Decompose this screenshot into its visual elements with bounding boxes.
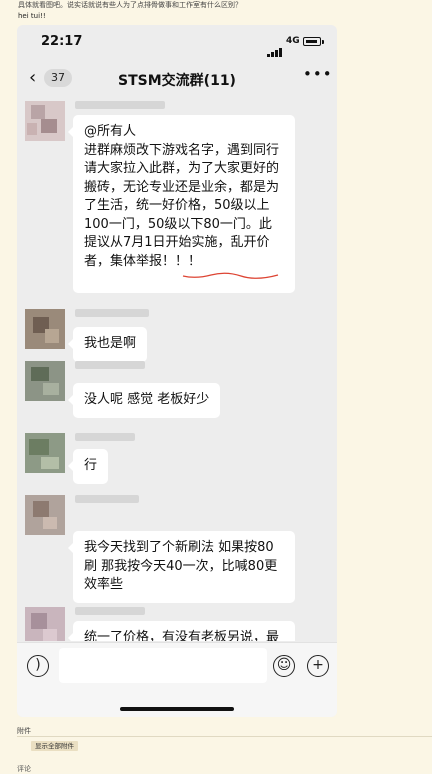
message-bubble[interactable]: 统一了价格，有没有老板另说，最起码不乱叫价了😂 xyxy=(68,621,295,641)
battery-tip xyxy=(322,40,324,44)
signal-icon xyxy=(267,38,283,57)
post-header: 具体就看图吧。说实话就说有些人为了点排骨做事和工作室有什么区别？ hei tui… xyxy=(18,0,418,22)
message-list[interactable]: @所有人 进群麻烦改下游戏名字，遇到同行请大家拉入此群，为了大家更好的搬砖，无论… xyxy=(17,97,337,641)
sender-name-blurred xyxy=(75,495,139,503)
avatar[interactable] xyxy=(25,309,65,349)
post-question: 具体就看图吧。说实话就说有些人为了点排骨做事和工作室有什么区别？ xyxy=(18,1,242,9)
message-text: 统一了价格，有没有老板另说，最起码不乱叫价了😂 xyxy=(84,630,280,641)
message-bubble[interactable]: 我今天找到了个新刷法 如果按80刷 那我按今天40一次，比喊80更效率些 xyxy=(68,531,295,603)
status-time: 22:17 xyxy=(41,34,83,49)
message-bubble[interactable]: @所有人 进群麻烦改下游戏名字，遇到同行请大家拉入此群，为了大家更好的搬砖，无论… xyxy=(68,115,295,293)
voice-icon[interactable]: ) xyxy=(27,655,49,677)
message-bubble[interactable]: 我也是啊 xyxy=(67,327,148,362)
sender-name-blurred xyxy=(75,101,165,109)
network-label: 4G xyxy=(286,36,300,46)
avatar[interactable] xyxy=(25,495,65,535)
show-all-attachments-button[interactable]: 显示全部附件 xyxy=(31,741,78,751)
sender-name-blurred xyxy=(75,309,149,317)
chat-navbar: ‹ 37 STSM交流群(11) ••• xyxy=(17,63,337,93)
home-indicator xyxy=(120,707,234,711)
avatar[interactable] xyxy=(25,361,65,401)
status-bar: 22:17 4G xyxy=(17,25,337,61)
avatar[interactable] xyxy=(25,433,65,473)
plus-icon[interactable]: + xyxy=(307,655,329,677)
battery-icon xyxy=(303,37,321,46)
message-text: 我也是啊 xyxy=(84,336,137,351)
message-text: 我今天找到了个新刷法 如果按80刷 那我按今天40一次，比喊80更效率些 xyxy=(84,540,278,592)
attachments-label: 附件 xyxy=(17,727,31,735)
sender-name-blurred xyxy=(75,361,145,369)
chat-title: STSM交流群(11) xyxy=(118,73,236,89)
comments-label: 评论 xyxy=(17,765,31,773)
emoji-icon[interactable]: ☺ xyxy=(273,655,295,677)
message-text: 没人呢 感觉 老板好少 xyxy=(84,392,210,407)
message-text: 行 xyxy=(84,458,98,473)
sender-name-blurred xyxy=(75,607,145,615)
post-subtext: hei tui!! xyxy=(18,12,46,20)
message-bubble[interactable]: 没人呢 感觉 老板好少 xyxy=(67,383,221,418)
red-underline-scribble xyxy=(182,272,279,279)
avatar[interactable] xyxy=(25,607,65,641)
sender-name-blurred xyxy=(75,433,135,441)
message-text: @所有人 进群麻烦改下游戏名字，遇到同行请大家拉入此群，为了大家更好的搬砖，无论… xyxy=(84,124,280,269)
divider xyxy=(17,736,432,737)
message-input[interactable] xyxy=(59,648,267,683)
more-options-icon[interactable]: ••• xyxy=(303,65,333,83)
avatar[interactable] xyxy=(25,101,65,141)
message-bubble[interactable]: 行 xyxy=(67,449,109,484)
phone-screenshot: 22:17 4G ‹ 37 STSM交流群(11) ••• @所有人 进群麻烦改… xyxy=(17,25,337,717)
chat-input-bar: ) ☺ + xyxy=(17,642,337,717)
